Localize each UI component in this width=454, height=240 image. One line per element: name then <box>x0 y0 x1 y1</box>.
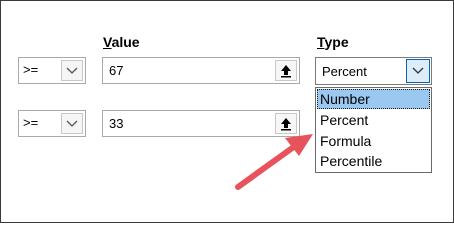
chevron-down-icon[interactable] <box>61 60 83 81</box>
icon-rule-dialog: Value Type >= 67 Percent >= 33 Number Pe… <box>0 0 454 223</box>
value-header-text: alue <box>111 34 140 50</box>
value-text-row1: 67 <box>109 63 124 78</box>
collapse-dialog-up-arrow-icon[interactable] <box>275 60 297 81</box>
value-column-header: Value <box>103 34 140 50</box>
type-option-percent[interactable]: Percent <box>317 110 430 130</box>
value-header-accelerator: V <box>103 34 112 50</box>
type-option-percentile[interactable]: Percentile <box>317 151 430 171</box>
value-input-row1[interactable]: 67 <box>102 57 300 84</box>
type-option-formula[interactable]: Formula <box>317 131 430 151</box>
chevron-down-icon[interactable] <box>406 59 430 83</box>
type-value-row1: Percent <box>322 64 367 79</box>
value-text-row2: 33 <box>109 116 124 131</box>
operator-value-row1: >= <box>23 62 39 77</box>
type-column-header: Type <box>317 34 349 50</box>
type-option-number[interactable]: Number <box>317 89 430 109</box>
type-select-row1[interactable]: Percent <box>315 57 432 85</box>
red-arrow-annotation <box>235 134 313 190</box>
operator-value-row2: >= <box>23 115 39 130</box>
type-dropdown-list: Number Percent Formula Percentile <box>315 87 432 173</box>
chevron-down-icon[interactable] <box>61 113 83 134</box>
type-header-accelerator: T <box>317 34 325 50</box>
operator-select-row1[interactable]: >= <box>18 57 86 84</box>
operator-select-row2[interactable]: >= <box>18 110 86 137</box>
type-header-text: ype <box>324 34 349 50</box>
